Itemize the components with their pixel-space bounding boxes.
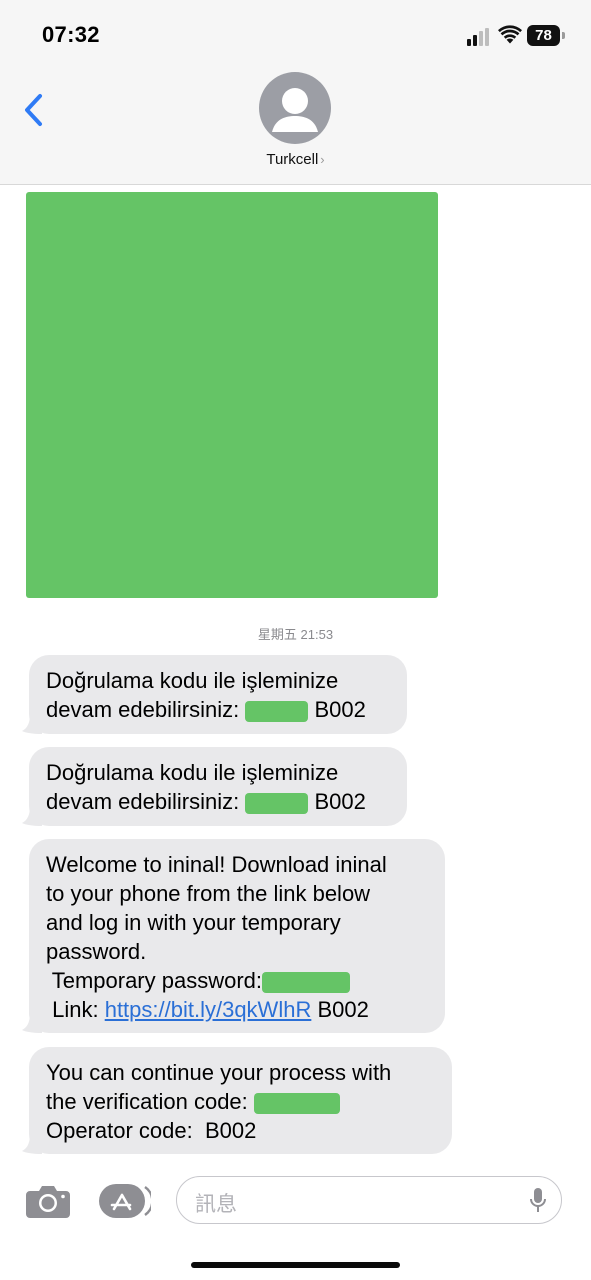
bubble-tail bbox=[22, 714, 42, 734]
message-line: devam edebilirsiniz: bbox=[46, 789, 240, 814]
chevron-left-icon[interactable] bbox=[18, 90, 52, 130]
message-bubble[interactable]: Doğrulama kodu ile işleminize devam edeb… bbox=[22, 655, 407, 734]
bubble-tail bbox=[22, 1013, 42, 1033]
message-bubble[interactable]: Doğrulama kodu ile işleminize devam edeb… bbox=[22, 747, 407, 826]
redacted-code bbox=[245, 792, 309, 814]
message-line: Temporary password: bbox=[46, 968, 263, 993]
message-line: Welcome to ininal! Download ininal bbox=[46, 852, 387, 877]
contact-avatar[interactable] bbox=[259, 72, 331, 144]
status-bar: 07:32 78 bbox=[0, 0, 591, 62]
person-icon bbox=[272, 88, 318, 132]
cellular-signal-icon bbox=[467, 28, 489, 46]
chevron-right-icon: › bbox=[320, 152, 325, 167]
message-line: to your phone from the link below bbox=[46, 881, 371, 906]
status-time: 07:32 bbox=[42, 22, 100, 47]
redacted-code bbox=[253, 1092, 340, 1114]
message-line: Doğrulama kodu ile işleminize bbox=[46, 760, 339, 785]
message-link[interactable]: https://bit.ly/3qkWlhR bbox=[105, 997, 312, 1022]
contact-name-button[interactable]: Turkcell › bbox=[0, 151, 591, 168]
message-line: Doğrulama kodu ile işleminize bbox=[46, 668, 339, 693]
message-line: You can continue your process with bbox=[46, 1060, 392, 1085]
app-store-icon[interactable] bbox=[99, 1184, 151, 1218]
battery-indicator: 78 bbox=[527, 25, 567, 46]
message-line: devam edebilirsiniz: bbox=[46, 697, 240, 722]
operator-code: B002 bbox=[314, 697, 366, 722]
redacted-code bbox=[245, 700, 309, 722]
conversation-header: Turkcell › bbox=[0, 62, 591, 185]
wifi-icon bbox=[498, 25, 522, 44]
message-line: Link: bbox=[46, 997, 105, 1022]
message-bubble[interactable]: You can continue your process with the v… bbox=[22, 1047, 452, 1154]
message-input-placeholder: 訊息 bbox=[195, 1193, 237, 1216]
operator-code: B002 bbox=[314, 789, 366, 814]
message-bubble[interactable]: Welcome to ininal! Download ininal to yo… bbox=[22, 839, 445, 1033]
contact-name: Turkcell bbox=[266, 151, 319, 168]
message-line: and log in with your temporary bbox=[46, 910, 341, 935]
battery-level: 78 bbox=[527, 25, 560, 46]
image-attachment[interactable] bbox=[26, 192, 438, 598]
redacted-password bbox=[262, 971, 351, 993]
message-line: Operator code: B002 bbox=[46, 1118, 257, 1143]
bubble-tail bbox=[22, 806, 42, 826]
operator-code: B002 bbox=[311, 997, 369, 1022]
bubble-tail bbox=[22, 1134, 42, 1154]
home-indicator bbox=[191, 1262, 400, 1268]
microphone-icon[interactable] bbox=[529, 1187, 547, 1215]
camera-icon[interactable] bbox=[26, 1184, 70, 1218]
message-line: password. bbox=[46, 939, 147, 964]
battery-tip bbox=[562, 32, 565, 39]
message-timestamp: 星期五 21:53 bbox=[257, 627, 334, 642]
message-input[interactable]: 訊息 bbox=[176, 1176, 562, 1224]
message-line: the verification code: bbox=[46, 1089, 254, 1114]
